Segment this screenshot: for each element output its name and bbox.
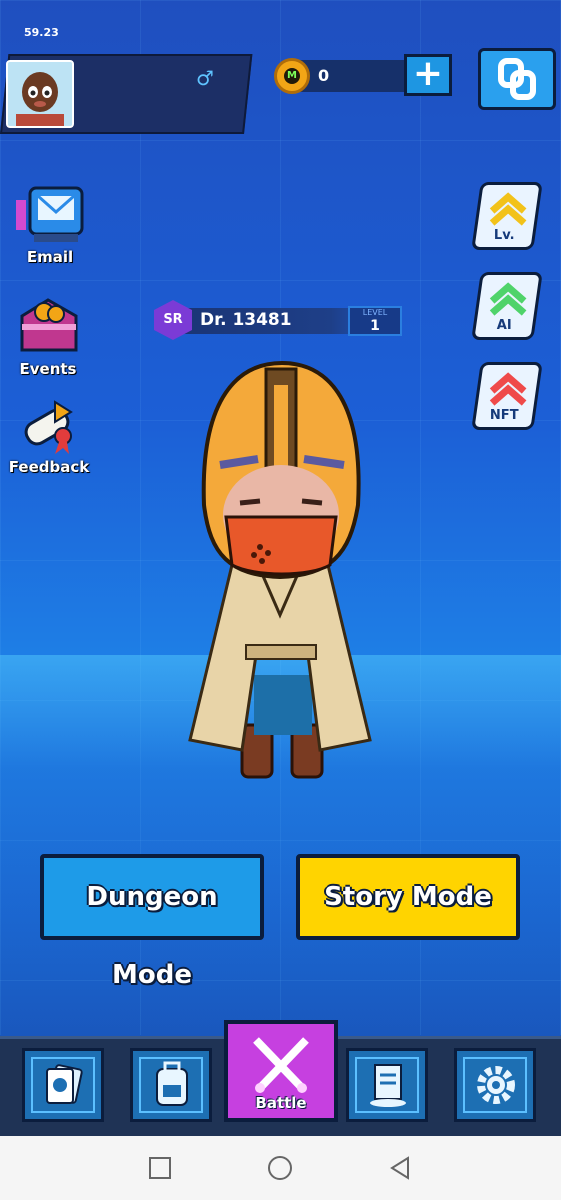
feedback-scroll-icon: [24, 400, 73, 454]
tab-battle[interactable]: Battle: [224, 1020, 338, 1122]
feedback-button[interactable]: Feedback: [6, 398, 92, 476]
add-coin-button[interactable]: +: [404, 54, 452, 96]
tab-tasks[interactable]: [346, 1048, 428, 1122]
ai-up-icon: [489, 282, 527, 316]
tab-backpack[interactable]: [130, 1048, 212, 1122]
dungeon-mode-button[interactable]: Dungeon Mode: [40, 854, 264, 990]
link-icon: [498, 58, 536, 100]
level-caption: LEVEL: [362, 308, 388, 317]
status-time: 59.23: [24, 26, 59, 39]
story-mode-button[interactable]: Story Mode: [296, 854, 520, 940]
gear-icon: [477, 1066, 515, 1104]
email-icon: [16, 186, 84, 242]
document-icon: [370, 1064, 406, 1107]
home-icon[interactable]: [267, 1155, 293, 1181]
nft-up-label: NFT: [489, 408, 519, 423]
feedback-label: Feedback: [8, 458, 90, 476]
cards-icon: [46, 1064, 83, 1104]
email-label: Email: [26, 248, 74, 266]
email-button[interactable]: Email: [8, 186, 92, 266]
events-label: Events: [19, 360, 77, 378]
link-wallet-button[interactable]: [478, 48, 556, 110]
character-name: Dr. 13481: [200, 310, 292, 330]
level-up-label: Lv.: [493, 228, 515, 243]
rarity-badge: SR: [154, 300, 192, 340]
level-value: 1: [370, 318, 380, 334]
character-model[interactable]: [180, 355, 380, 785]
gender-icon: ♂: [196, 66, 214, 90]
recents-icon[interactable]: [148, 1156, 172, 1180]
ai-up-button[interactable]: AI: [471, 272, 543, 340]
tab-battle-label: Battle: [255, 1094, 307, 1112]
backpack-icon: [156, 1061, 188, 1106]
events-button[interactable]: Events: [6, 294, 90, 378]
crossed-swords-icon: [253, 1037, 309, 1093]
ai-up-label: AI: [496, 318, 512, 333]
system-nav-bar: [0, 1136, 561, 1200]
tab-cards[interactable]: [22, 1048, 104, 1122]
events-chest-icon: [20, 298, 78, 352]
back-icon[interactable]: [388, 1156, 412, 1180]
level-up-icon: [489, 192, 527, 226]
nft-up-icon: [489, 372, 527, 406]
nft-up-button[interactable]: NFT: [471, 362, 543, 430]
coin-icon: M: [274, 58, 310, 94]
level-up-button[interactable]: Lv.: [471, 182, 543, 250]
coin-amount: 0: [318, 66, 330, 85]
avatar[interactable]: [6, 60, 74, 128]
tab-settings[interactable]: [454, 1048, 536, 1122]
level-badge: LEVEL 1: [348, 306, 402, 336]
